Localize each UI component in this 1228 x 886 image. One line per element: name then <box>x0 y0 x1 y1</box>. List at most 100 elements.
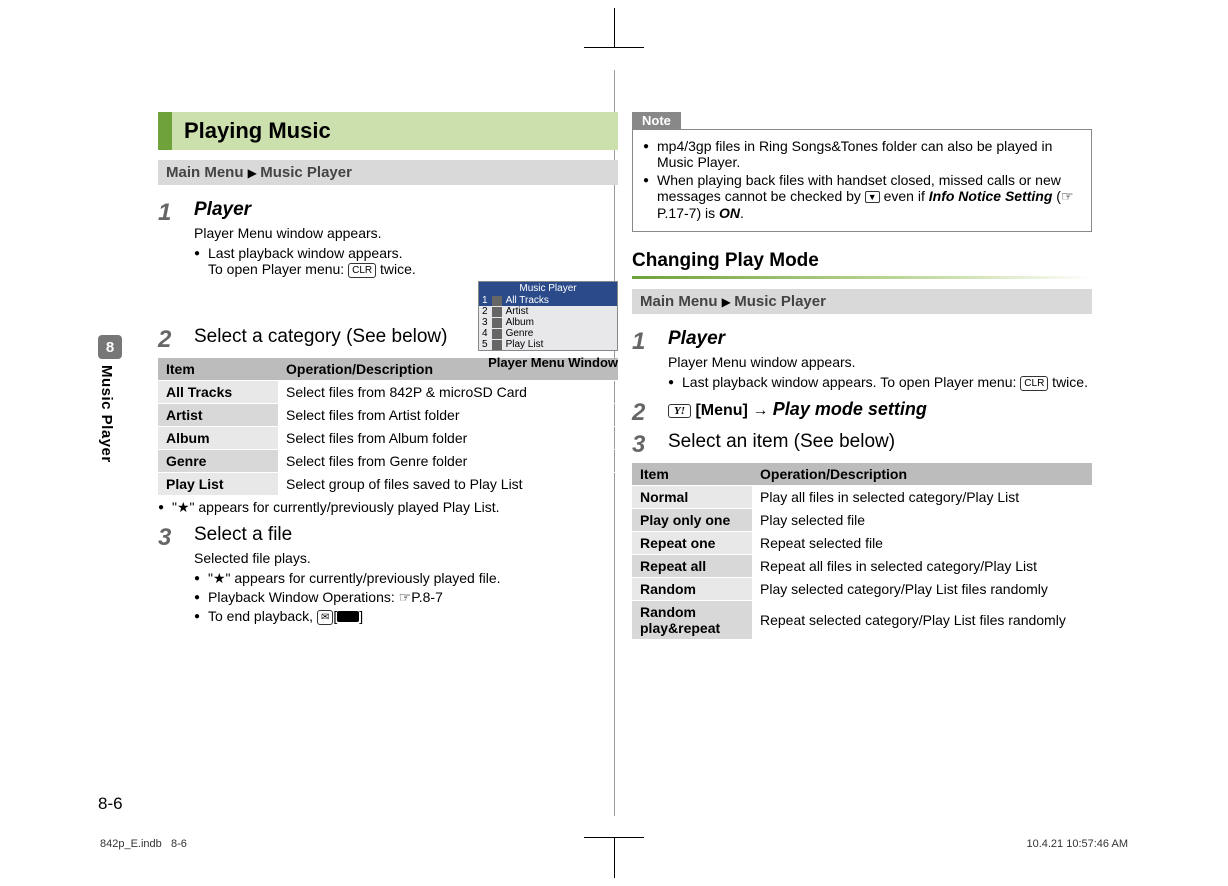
page: 8 Music Player Playing Music Main Menu ▶… <box>0 0 1228 886</box>
setting-name: Info Notice Setting <box>929 188 1053 204</box>
section-header: Playing Music <box>158 112 618 150</box>
left-column: Playing Music Main Menu ▶ Music Player 1… <box>158 112 618 766</box>
play-mode-table: Item Operation/Description NormalPlay al… <box>632 463 1092 639</box>
table-header-desc: Operation/Description <box>752 463 1092 486</box>
screen-row: 2 Artist <box>479 306 617 317</box>
right-column: Note mp4/3gp files in Ring Songs&Tones f… <box>632 112 1092 766</box>
cell-item: Artist <box>158 404 278 427</box>
section-title: Playing Music <box>172 112 618 150</box>
step-number: 2 <box>632 399 654 427</box>
step-title: Player <box>668 328 1092 350</box>
list-icon <box>492 318 502 328</box>
step-3: 3 Select a file Selected file plays. "★"… <box>158 524 618 629</box>
cell-desc: Play selected file <box>752 509 1092 532</box>
cell-desc: Play selected category/Play List files r… <box>752 578 1092 601</box>
bracket: ] <box>359 608 363 624</box>
page-ref: P.17-7) is <box>657 205 719 221</box>
table-row: Play ListSelect group of files saved to … <box>158 473 618 496</box>
cell-item: Random <box>632 578 752 601</box>
cell-item: Play only one <box>632 509 752 532</box>
screen-row: 5 Play List <box>479 339 617 350</box>
step-number: 1 <box>632 328 654 395</box>
screen-title: Music Player <box>479 282 617 295</box>
table-row: AlbumSelect files from Album folder <box>158 427 618 450</box>
step-3: 3 Select an item (See below) <box>632 431 1092 459</box>
screen-row: 4 Genre <box>479 328 617 339</box>
bullet-text: Playback Window Operations: <box>208 589 399 605</box>
list-icon <box>492 296 502 306</box>
table-row: Repeat allRepeat all files in selected c… <box>632 555 1092 578</box>
bullet-text: To open Player menu: <box>208 261 348 277</box>
cell-desc: Repeat selected category/Play List files… <box>752 601 1092 640</box>
table-row: All TracksSelect files from 842P & micro… <box>158 381 618 404</box>
cell-desc: Repeat selected file <box>752 532 1092 555</box>
mail-key-icon: ✉ <box>317 610 333 625</box>
heading-rule <box>632 276 1092 279</box>
note-bullet: mp4/3gp files in Ring Songs&Tones folder… <box>643 138 1081 170</box>
table-row: Random play&repeatRepeat selected catego… <box>632 601 1092 640</box>
print-footer: 842p_E.indb 8-6 10.4.21 10:57:46 AM <box>100 838 1128 850</box>
stop-icon <box>337 611 359 622</box>
note-block: Note mp4/3gp files in Ring Songs&Tones f… <box>632 112 1092 232</box>
player-menu-figure: Music Player 1 All Tracks 2 Artist 3 Alb… <box>478 281 618 370</box>
step-title: Select an item (See below) <box>668 431 1092 453</box>
cell-desc: Select files from 842P & microSD Card <box>278 381 618 404</box>
down-key-icon: ▼ <box>865 191 880 203</box>
pointer-icon: ☞ <box>399 589 412 605</box>
menu-label: [Menu] <box>695 402 747 419</box>
subsection-heading: Changing Play Mode <box>632 250 1092 272</box>
list-icon <box>492 340 502 350</box>
cell-desc: Select files from Genre folder <box>278 450 618 473</box>
bullet: Playback Window Operations: ☞P.8-7 <box>194 589 618 606</box>
breadcrumb-item: Music Player <box>734 293 826 310</box>
clr-key-icon: CLR <box>348 263 376 278</box>
page-number: 8-6 <box>98 794 123 814</box>
cell-item: Repeat all <box>632 555 752 578</box>
y-key-icon: Y! <box>668 404 691 418</box>
note-text: even if <box>880 188 929 204</box>
table-row: NormalPlay all files in selected categor… <box>632 486 1092 509</box>
breadcrumb-root: Main Menu <box>640 293 718 310</box>
footer-page: 8-6 <box>171 838 187 850</box>
action-label: Play mode setting <box>773 399 927 419</box>
pointer-icon: ☞ <box>1061 188 1074 204</box>
arrow-right-icon: → <box>752 402 768 419</box>
bullet: Last playback window appears. To open Pl… <box>194 245 454 278</box>
cell-item: All Tracks <box>158 381 278 404</box>
bullet-text: twice. <box>376 261 416 277</box>
chapter-number: 8 <box>98 335 122 359</box>
cell-desc: Select group of files saved to Play List <box>278 473 618 496</box>
accent-bar <box>158 112 172 150</box>
bullet-text: Last playback window appears. <box>208 245 403 261</box>
bullet-text: Last playback window appears. To open Pl… <box>682 374 1020 390</box>
table-row: Repeat oneRepeat selected file <box>632 532 1092 555</box>
table-row: ArtistSelect files from Artist folder <box>158 404 618 427</box>
table-row: Play only onePlay selected file <box>632 509 1092 532</box>
step-number: 3 <box>632 431 654 459</box>
step-title: Select a file <box>194 524 618 546</box>
chevron-right-icon: ▶ <box>722 295 735 309</box>
bullet-text: To end playback, <box>208 608 317 624</box>
note-label: Note <box>632 112 681 129</box>
table-row: GenreSelect files from Genre folder <box>158 450 618 473</box>
footer-file: 842p_E.indb <box>100 838 162 850</box>
step-number: 2 <box>158 326 180 354</box>
cell-item: Genre <box>158 450 278 473</box>
step-1: 1 Player Player Menu window appears. Las… <box>632 328 1092 395</box>
footer-timestamp: 10.4.21 10:57:46 AM <box>1026 838 1128 850</box>
bullet: "★" appears for currently/previously pla… <box>194 570 618 587</box>
bullet-text: twice. <box>1048 374 1088 390</box>
bullet: Last playback window appears. To open Pl… <box>668 374 1092 391</box>
screen-mock: Music Player 1 All Tracks 2 Artist 3 Alb… <box>478 281 618 351</box>
cell-desc: Repeat all files in selected category/Pl… <box>752 555 1092 578</box>
chevron-right-icon: ▶ <box>248 166 261 180</box>
cell-item: Repeat one <box>632 532 752 555</box>
step-text: Player Menu window appears. <box>668 354 1092 370</box>
step-2: 2 Y! [Menu] → Play mode setting <box>632 399 1092 427</box>
breadcrumb-item: Music Player <box>260 164 352 181</box>
step-title: Player <box>194 199 454 221</box>
screen-row: 1 All Tracks <box>479 295 617 306</box>
list-icon <box>492 329 502 339</box>
note-text: ( <box>1052 188 1061 204</box>
category-table: Item Operation/Description All TracksSel… <box>158 358 618 495</box>
